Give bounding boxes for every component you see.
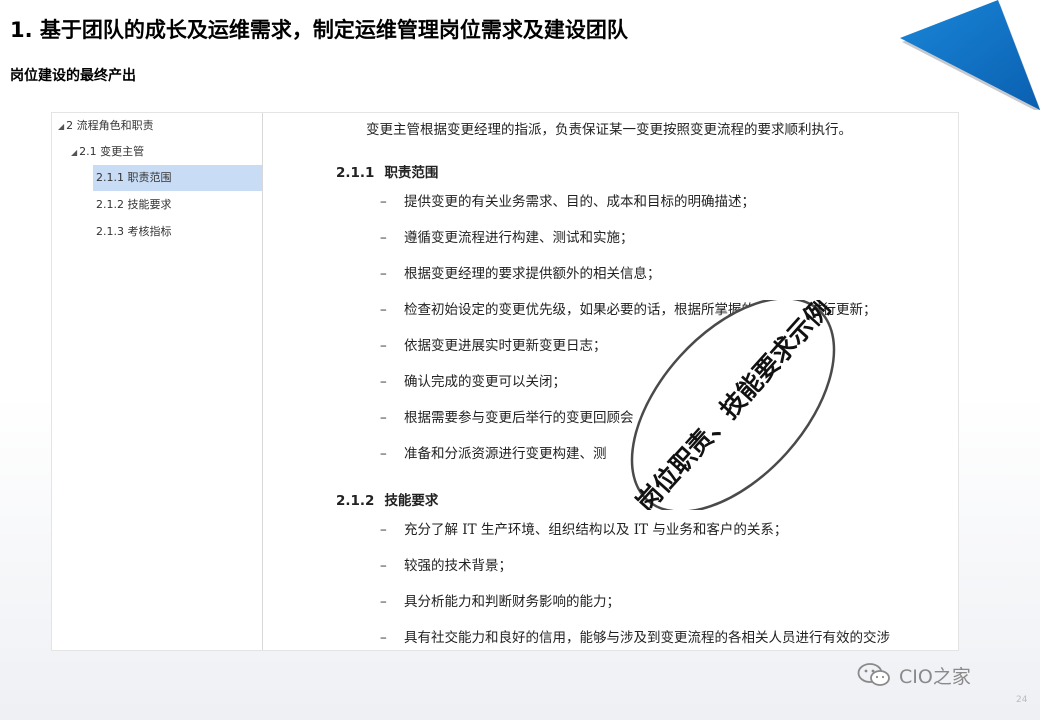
corner-accent-triangle [900,0,1040,110]
nav-item-section-2[interactable]: ◢ 2 流程角色和职责 [58,113,154,139]
wechat-icon [857,663,890,686]
intro-paragraph: 变更主管根据变更经理的指派，负责保证某一变更按照变更流程的要求顺利执行。 [366,122,852,138]
list-item: – 具分析能力和判断财务影响的能力； [380,594,620,610]
slide-subtitle: 岗位建设的最终产出 [10,68,136,84]
list-item: – 遵循变更流程进行构建、测试和实施； [380,230,634,246]
list-item: – 充分了解 IT 生产环境、组织结构以及 IT 与业务和客户的关系； [380,522,788,538]
list-item: – 依据变更进展实时更新变更日志； [380,338,607,354]
watermark-text: CIO之家 [899,665,971,688]
nav-item-section-2-1-2[interactable]: 2.1.2 技能要求 [96,192,172,218]
nav-item-section-2-1[interactable]: ◢ 2.1 变更主管 [71,139,144,165]
collapse-triangle-icon[interactable]: ◢ [71,148,77,157]
page-number: 24 [1016,695,1028,705]
callout-ellipse-stamp: 岗位职责、技能要求示例 [631,300,836,510]
list-item: – 根据变更经理的要求提供额外的相关信息； [380,266,661,282]
list-item: – 提供变更的有关业务需求、目的、成本和目标的明确描述； [380,194,755,210]
nav-item-section-2-1-3[interactable]: 2.1.3 考核指标 [96,219,172,245]
list-item: – 具有社交能力和良好的信用，能够与涉及到变更流程的各相关人员进行有效的交涉 [380,630,890,646]
collapse-triangle-icon[interactable]: ◢ [58,122,64,131]
section-heading: 2.1.1 职责范围 [336,165,439,181]
watermark: CIO之家 [857,661,971,689]
navigation-pane: ◢ 2 流程角色和职责 ◢ 2.1 变更主管 2.1.1 职责范围 2.1.2 技能… [52,113,263,650]
list-item: – 确认完成的变更可以关闭； [380,374,566,390]
nav-item-section-2-1-1[interactable]: 2.1.1 职责范围 [93,165,262,191]
list-item: – 准备和分派资源进行变更构建、测 [380,446,607,462]
section-heading: 2.1.2 技能要求 [336,493,439,509]
slide-title: 1. 基于团队的成长及运维需求，制定运维管理岗位需求及建设团队 [10,18,628,42]
list-item: – 较强的技术背景； [380,558,512,574]
list-item: – 根据需要参与变更后举行的变更回顾会 [380,410,634,426]
